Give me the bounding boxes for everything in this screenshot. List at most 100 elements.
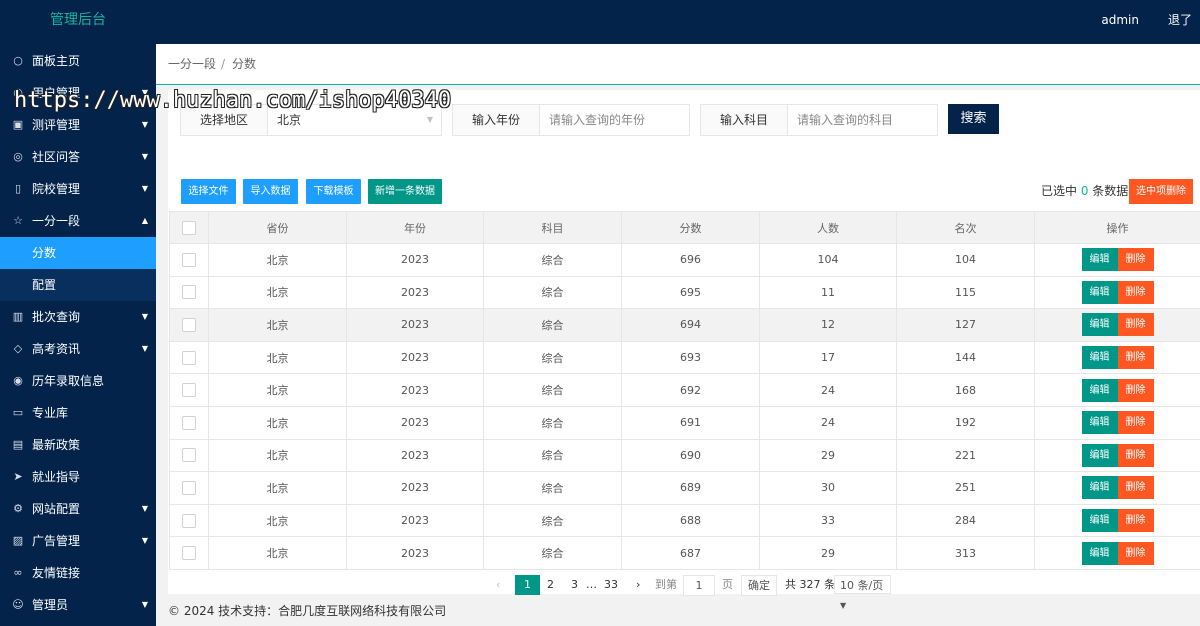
sidebar-item-6[interactable]: 分数 xyxy=(0,237,156,269)
selected-suffix: 条数据 xyxy=(1088,184,1129,198)
sidebar-item-17[interactable]: ☺ 管理员 ▼ xyxy=(0,589,156,621)
cell-rank: 115 xyxy=(896,275,1035,310)
chevron-down-icon: ▼ xyxy=(141,504,148,513)
app-logo[interactable]: 管理后台 xyxy=(50,0,106,40)
delete-button[interactable]: 删除 xyxy=(1117,443,1154,467)
cell-score: 693 xyxy=(621,340,760,375)
cell-actions: 编辑 删除 xyxy=(1034,405,1200,440)
goto-confirm-button[interactable]: 确定 xyxy=(741,575,777,596)
delete-button[interactable]: 删除 xyxy=(1117,509,1154,533)
sidebar-item-14[interactable]: ⚙ 网站配置 ▼ xyxy=(0,493,156,525)
sidebar-item-icon: ○ xyxy=(13,54,23,67)
row-checkbox[interactable] xyxy=(169,536,209,570)
page-2-button[interactable]: 2 xyxy=(547,575,554,595)
sidebar-item-icon: ∞ xyxy=(13,566,23,579)
table-row: 北京 2023 综合 692 24 168 编辑 删除 xyxy=(169,373,1200,407)
sidebar-item-9[interactable]: ◇ 高考资讯 ▼ xyxy=(0,333,156,365)
cell-subject: 综合 xyxy=(483,373,622,407)
subject-input[interactable]: 请输入查询的科目 xyxy=(797,105,893,135)
edit-button[interactable]: 编辑 xyxy=(1081,476,1118,500)
edit-button[interactable]: 编辑 xyxy=(1081,509,1118,533)
year-input[interactable]: 请输入查询的年份 xyxy=(549,105,645,135)
sidebar-item-5[interactable]: ☆ 一分一段 ▲ xyxy=(0,205,156,237)
search-button[interactable]: 搜索 xyxy=(948,104,999,134)
page-last-button[interactable]: 33 xyxy=(604,575,618,595)
delete-button[interactable]: 删除 xyxy=(1117,248,1154,272)
table-row: 北京 2023 综合 696 104 104 编辑 删除 xyxy=(169,243,1200,277)
edit-button[interactable]: 编辑 xyxy=(1081,411,1118,435)
cell-year: 2023 xyxy=(346,243,484,277)
select-all-checkbox[interactable] xyxy=(169,211,209,244)
sidebar-item-label: 最新政策 xyxy=(32,438,81,452)
cell-score: 689 xyxy=(621,471,760,505)
goto-page-input[interactable]: 1 xyxy=(683,575,715,596)
download-template-button[interactable]: 下载模板 xyxy=(306,179,361,204)
logout-link[interactable]: 退了 xyxy=(1168,0,1192,40)
row-checkbox[interactable] xyxy=(169,275,209,310)
delete-button[interactable]: 删除 xyxy=(1117,346,1154,370)
cell-subject: 综合 xyxy=(483,340,622,375)
edit-button[interactable]: 编辑 xyxy=(1081,443,1118,467)
column-header-province: 省份 xyxy=(208,211,347,244)
delete-button[interactable]: 删除 xyxy=(1117,411,1154,435)
edit-button[interactable]: 编辑 xyxy=(1081,248,1118,272)
sidebar-item-12[interactable]: ▤ 最新政策 xyxy=(0,429,156,461)
page-3-button[interactable]: 3 xyxy=(571,575,578,595)
cell-count: 24 xyxy=(759,405,897,440)
sidebar-item-label: 院校管理 xyxy=(32,182,81,196)
row-checkbox[interactable] xyxy=(169,438,209,473)
cell-count: 17 xyxy=(759,340,897,375)
edit-button[interactable]: 编辑 xyxy=(1081,541,1118,565)
next-page-button[interactable]: › xyxy=(636,575,640,595)
import-data-button[interactable]: 导入数据 xyxy=(243,179,298,204)
delete-button[interactable]: 删除 xyxy=(1117,476,1154,500)
sidebar-item-icon: ▤ xyxy=(12,438,24,451)
breadcrumb-parent[interactable]: 一分一段 xyxy=(168,44,216,84)
sidebar-item-label: 就业指导 xyxy=(32,470,81,484)
cell-rank: 221 xyxy=(896,438,1035,473)
page-1-button[interactable]: 1 xyxy=(515,575,540,595)
sidebar-item-0[interactable]: ○ 面板主页 xyxy=(0,45,156,77)
cell-actions: 编辑 删除 xyxy=(1034,503,1200,538)
delete-button[interactable]: 删除 xyxy=(1117,313,1154,337)
delete-selected-button[interactable]: 选中项删除 xyxy=(1129,179,1193,204)
delete-button[interactable]: 删除 xyxy=(1117,378,1154,402)
sidebar-item-16[interactable]: ∞ 友情链接 xyxy=(0,557,156,589)
sidebar-item-11[interactable]: ▭ 专业库 xyxy=(0,397,156,429)
row-checkbox[interactable] xyxy=(169,308,209,342)
delete-button[interactable]: 删除 xyxy=(1117,280,1154,304)
edit-button[interactable]: 编辑 xyxy=(1081,280,1118,304)
row-checkbox[interactable] xyxy=(169,243,209,277)
per-page-select[interactable]: 10 条/页 ▼ xyxy=(834,575,891,610)
cell-subject: 综合 xyxy=(483,308,622,342)
sidebar-item-13[interactable]: ➤ 就业指导 xyxy=(0,461,156,493)
edit-button[interactable]: 编辑 xyxy=(1081,346,1118,370)
sidebar-item-label: 历年录取信息 xyxy=(32,374,105,388)
sidebar-item-icon: ☺ xyxy=(12,598,24,611)
sidebar-item-4[interactable]: ▯ 院校管理 ▼ xyxy=(0,173,156,205)
edit-button[interactable]: 编辑 xyxy=(1081,313,1118,337)
row-checkbox[interactable] xyxy=(169,471,209,505)
row-checkbox[interactable] xyxy=(169,405,209,440)
choose-file-button[interactable]: 选择文件 xyxy=(181,179,236,204)
add-row-button[interactable]: 新增一条数据 xyxy=(368,179,442,204)
sidebar-item-7[interactable]: 配置 xyxy=(0,269,156,301)
current-user[interactable]: admin xyxy=(1101,0,1139,40)
delete-button[interactable]: 删除 xyxy=(1117,541,1154,565)
cell-score: 692 xyxy=(621,373,760,407)
chevron-down-icon: ▼ xyxy=(141,536,148,545)
prev-page-button[interactable]: ‹ xyxy=(496,575,500,595)
sidebar-item-icon: ▭ xyxy=(12,406,24,419)
cell-province: 北京 xyxy=(208,373,347,407)
cell-rank: 284 xyxy=(896,503,1035,538)
sidebar-item-8[interactable]: ▥ 批次查询 ▼ xyxy=(0,301,156,333)
row-checkbox[interactable] xyxy=(169,503,209,538)
sidebar-item-10[interactable]: ◉ 历年录取信息 xyxy=(0,365,156,397)
edit-button[interactable]: 编辑 xyxy=(1081,378,1118,402)
sidebar-item-15[interactable]: ▨ 广告管理 ▼ xyxy=(0,525,156,557)
cell-count: 30 xyxy=(759,471,897,505)
sidebar-item-2[interactable]: ▣ 测评管理 ▼ xyxy=(0,109,156,141)
row-checkbox[interactable] xyxy=(169,373,209,407)
row-checkbox[interactable] xyxy=(169,340,209,375)
sidebar-item-3[interactable]: ◎ 社区问答 ▼ xyxy=(0,141,156,173)
